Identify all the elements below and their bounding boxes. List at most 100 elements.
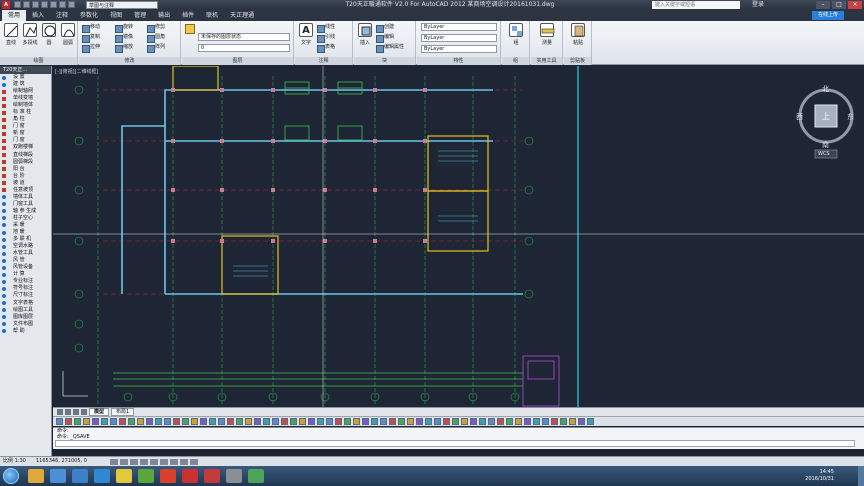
floor-plan-drawing[interactable] — [53, 66, 864, 407]
osnap-icon[interactable] — [150, 459, 158, 465]
polyline-tool[interactable]: 多段线 — [20, 23, 40, 46]
toolbar-button-icon[interactable] — [74, 418, 81, 425]
toolbar-button-icon[interactable] — [353, 418, 360, 425]
toolbar-button-icon[interactable] — [200, 418, 207, 425]
toolbar-button-icon[interactable] — [236, 418, 243, 425]
tab-online[interactable]: 联机 — [200, 10, 224, 21]
toolbar-button-icon[interactable] — [299, 418, 306, 425]
compass-east[interactable]: 东 — [847, 112, 854, 122]
stretch-tool[interactable]: 拉伸 — [82, 43, 100, 53]
viewcube[interactable]: 北 南 东 西 上 WCS — [795, 84, 857, 164]
lineweight-icon[interactable] — [190, 459, 198, 465]
tab-tangent[interactable]: 天正理通 — [224, 10, 260, 21]
palette-item[interactable]: 阳 台 — [0, 166, 51, 173]
toolbar-button-icon[interactable] — [389, 418, 396, 425]
minimize-icon[interactable]: – — [816, 1, 830, 9]
toolbar-button-icon[interactable] — [326, 418, 333, 425]
wechat-taskbar-icon[interactable] — [248, 469, 264, 483]
system-clock[interactable]: 14:45 2016/10/31 — [805, 469, 834, 483]
palette-title[interactable]: T20天正... — [0, 66, 51, 74]
toolbar-button-icon[interactable] — [254, 418, 261, 425]
toolbar-button-icon[interactable] — [164, 418, 171, 425]
dyn-icon[interactable] — [180, 459, 188, 465]
tab-output[interactable]: 输出 — [152, 10, 176, 21]
palette-item[interactable]: 文字表格 — [0, 300, 51, 307]
table-tool[interactable]: 表格 — [317, 43, 335, 53]
command-input[interactable] — [55, 440, 855, 447]
palette-item[interactable]: 采 暖 — [0, 222, 51, 229]
paste-tool[interactable]: 粘贴 — [568, 23, 588, 46]
toolbar-button-icon[interactable] — [83, 418, 90, 425]
toolbar-button-icon[interactable] — [263, 418, 270, 425]
otrack-icon[interactable] — [160, 459, 168, 465]
palette-item[interactable]: 风管设备 — [0, 264, 51, 271]
mirror-tool[interactable]: 镜像 — [115, 33, 133, 43]
edit-block-tool[interactable]: 编辑 — [376, 33, 394, 43]
maximize-icon[interactable]: □ — [832, 1, 846, 9]
toolbar-button-icon[interactable] — [452, 418, 459, 425]
layer-state-select[interactable]: 未保存的图层状态 — [198, 33, 290, 41]
close-icon[interactable]: × — [848, 1, 862, 9]
array-tool[interactable]: 阵列 — [147, 43, 165, 53]
arc-tool[interactable]: 圆弧 — [58, 23, 78, 46]
toolbar-button-icon[interactable] — [362, 418, 369, 425]
next-tab-icon[interactable] — [73, 409, 79, 415]
tab-model[interactable]: 模型 — [89, 408, 110, 416]
toolbar-button-icon[interactable] — [245, 418, 252, 425]
text-tool[interactable]: A 文字 — [296, 23, 316, 46]
toolbar-button-icon[interactable] — [110, 418, 117, 425]
palette-item[interactable]: 圆弧梯段 — [0, 159, 51, 166]
toolbar-button-icon[interactable] — [434, 418, 441, 425]
polar-icon[interactable] — [140, 459, 148, 465]
tab-view[interactable]: 视图 — [104, 10, 128, 21]
toolbar-button-icon[interactable] — [524, 418, 531, 425]
wcs-menu[interactable]: WCS — [818, 151, 830, 157]
create-block-tool[interactable]: 创建 — [376, 23, 394, 33]
explorer-taskbar-icon[interactable] — [28, 469, 44, 483]
toolbar-button-icon[interactable] — [92, 418, 99, 425]
toolbar-button-icon[interactable] — [173, 418, 180, 425]
tab-insert[interactable]: 插入 — [26, 10, 50, 21]
palette-item[interactable]: 墙体工具 — [0, 194, 51, 201]
tab-annotate[interactable]: 注释 — [50, 10, 74, 21]
toolbar-button-icon[interactable] — [209, 418, 216, 425]
toolbar-button-icon[interactable] — [380, 418, 387, 425]
leader-tool[interactable]: 引线 — [317, 33, 335, 43]
toolbar-button-icon[interactable] — [461, 418, 468, 425]
rotate-tool[interactable]: 旋转 — [115, 23, 133, 33]
palette-item[interactable]: 轴 参 生成 — [0, 208, 51, 215]
toolbar-button-icon[interactable] — [137, 418, 144, 425]
palette-item[interactable]: 尺寸标注 — [0, 292, 51, 299]
drawing-canvas[interactable]: [-][俯视][二维线框] — [53, 66, 864, 407]
scale-readout[interactable]: 比例 1:30 — [3, 457, 26, 466]
palette-item[interactable]: 角 柱 — [0, 116, 51, 123]
annotation-panel-title[interactable]: 注释 — [295, 57, 352, 65]
layer-properties-icon[interactable] — [185, 24, 195, 34]
toolbar-button-icon[interactable] — [335, 418, 342, 425]
palette-item[interactable]: 图库图层 — [0, 314, 51, 321]
lineweight-select[interactable]: ByLayer — [421, 45, 497, 53]
palette-item[interactable]: 水管工具 — [0, 250, 51, 257]
folder-taskbar-icon[interactable] — [116, 469, 132, 483]
toolbar-button-icon[interactable] — [542, 418, 549, 425]
toolbar-button-icon[interactable] — [308, 418, 315, 425]
ducs-icon[interactable] — [170, 459, 178, 465]
toolbar-button-icon[interactable] — [479, 418, 486, 425]
toolbar-button-icon[interactable] — [119, 418, 126, 425]
last-tab-icon[interactable] — [81, 409, 87, 415]
viewport-label[interactable]: [-][俯视][二维线框] — [55, 68, 99, 75]
toolbar-button-icon[interactable] — [155, 418, 162, 425]
start-button-icon[interactable] — [3, 468, 19, 484]
save-icon[interactable] — [32, 1, 39, 8]
autocad-taskbar-icon[interactable] — [204, 469, 220, 483]
insert-tool[interactable]: 插入 — [355, 23, 375, 46]
palette-item[interactable]: 柱子空心 — [0, 215, 51, 222]
tab-parametric[interactable]: 参数化 — [74, 10, 104, 21]
palette-item[interactable]: 标 准 柱 — [0, 109, 51, 116]
viewcube-top-face[interactable]: 上 — [822, 111, 830, 122]
palette-item[interactable]: 双跑楼梯 — [0, 144, 51, 151]
compass-south[interactable]: 南 — [822, 140, 829, 150]
app-taskbar-icon[interactable] — [226, 469, 242, 483]
new-icon[interactable] — [14, 1, 21, 8]
toolbar-button-icon[interactable] — [515, 418, 522, 425]
